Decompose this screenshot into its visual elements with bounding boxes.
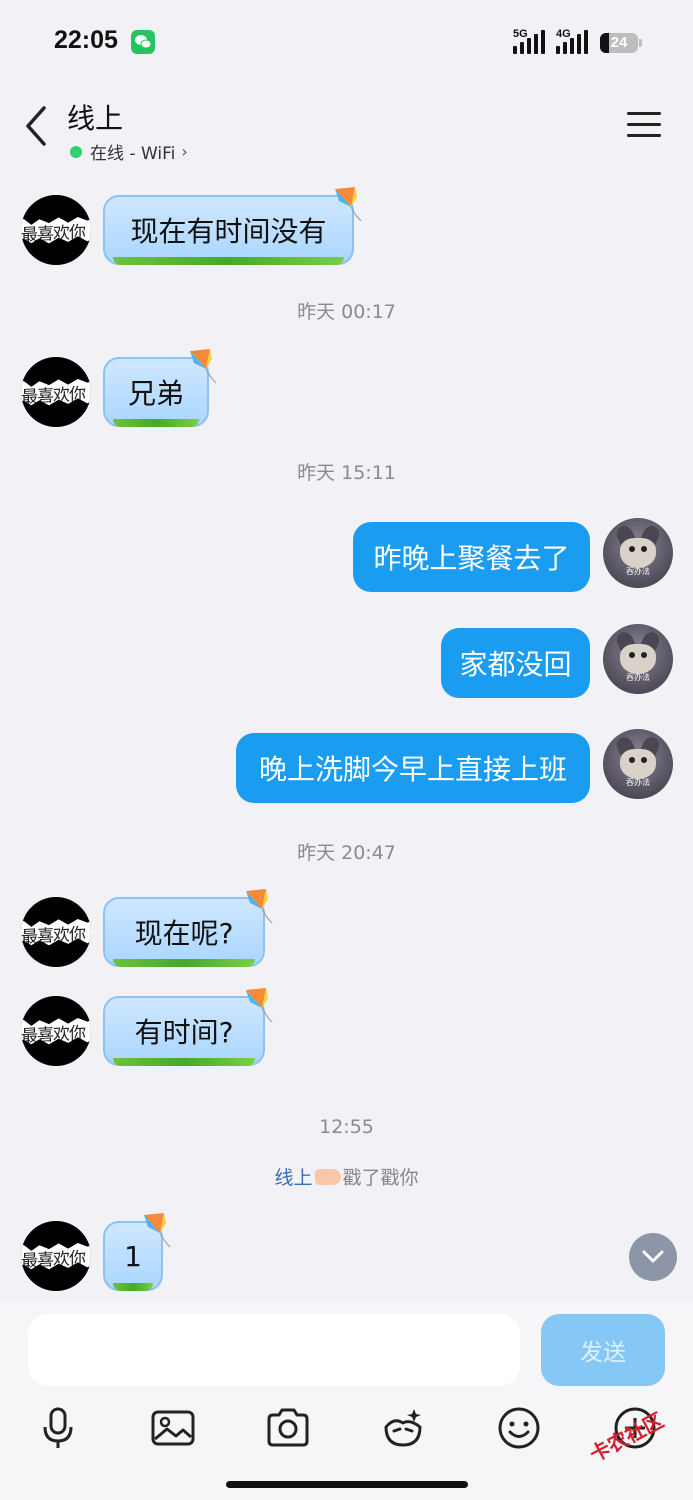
contact-avatar[interactable]: 最喜欢你 (21, 897, 91, 967)
timestamp: 昨天 20:47 (297, 842, 396, 864)
contact-avatar[interactable]: 最喜欢你 (21, 357, 91, 427)
kite-icon (144, 1213, 171, 1248)
outgoing-message-bubble[interactable]: 家都没回 (441, 628, 590, 698)
presence-text: 在线 - WiFi (90, 144, 176, 164)
my-avatar[interactable]: 吞办法 (603, 624, 673, 694)
chevron-down-icon (642, 1250, 664, 1263)
kite-icon (246, 988, 273, 1023)
my-avatar[interactable]: 吞办法 (603, 518, 673, 588)
poke-notice: 线上 戳了戳你 (0, 1163, 693, 1190)
voice-mic-icon[interactable] (35, 1405, 81, 1451)
status-time: 22:05 (54, 26, 118, 54)
emoji-icon[interactable] (496, 1405, 542, 1451)
incoming-message-bubble[interactable]: 现在有时间没有 (103, 195, 354, 265)
kite-icon (246, 889, 273, 924)
chevron-left-icon (26, 106, 46, 146)
outgoing-message-bubble[interactable]: 晚上洗脚今早上直接上班 (236, 733, 590, 803)
battery-icon: 24 (600, 33, 638, 53)
online-dot-icon (70, 145, 82, 158)
message-input[interactable] (28, 1314, 520, 1386)
my-avatar[interactable]: 吞办法 (603, 729, 673, 799)
pointing-hand-icon (314, 1168, 341, 1185)
camera-icon[interactable] (265, 1405, 311, 1451)
contact-avatar[interactable]: 最喜欢你 (21, 1221, 91, 1291)
timestamp: 12:55 (319, 1116, 374, 1138)
menu-button[interactable] (627, 110, 661, 140)
poke-text: 戳了戳你 (342, 1167, 419, 1189)
home-indicator[interactable] (226, 1481, 468, 1488)
timestamp: 昨天 15:11 (297, 462, 396, 484)
kite-icon (335, 187, 362, 222)
chat-title[interactable]: 线上 (67, 97, 123, 137)
image-icon[interactable] (150, 1405, 196, 1451)
poke-sender[interactable]: 线上 (274, 1167, 312, 1189)
wechat-notification-icon (131, 30, 155, 54)
kite-icon (190, 349, 217, 384)
input-bar: 发送 (0, 1302, 693, 1500)
sticker-magic-icon[interactable] (380, 1405, 426, 1451)
back-button[interactable] (20, 104, 52, 148)
timestamp: 昨天 00:17 (297, 301, 396, 323)
scroll-to-bottom-button[interactable] (629, 1233, 677, 1281)
battery-tip (639, 39, 642, 47)
presence-status[interactable]: 在线 - WiFi › (70, 139, 188, 164)
outgoing-message-bubble[interactable]: 昨晚上聚餐去了 (353, 522, 590, 592)
status-bar: 22:05 5G 4G 24 (0, 0, 693, 80)
chevron-right-icon: › (181, 142, 188, 161)
contact-avatar[interactable]: 最喜欢你 (21, 996, 91, 1066)
send-button[interactable]: 发送 (541, 1314, 665, 1386)
contact-avatar[interactable]: 最喜欢你 (21, 195, 91, 265)
